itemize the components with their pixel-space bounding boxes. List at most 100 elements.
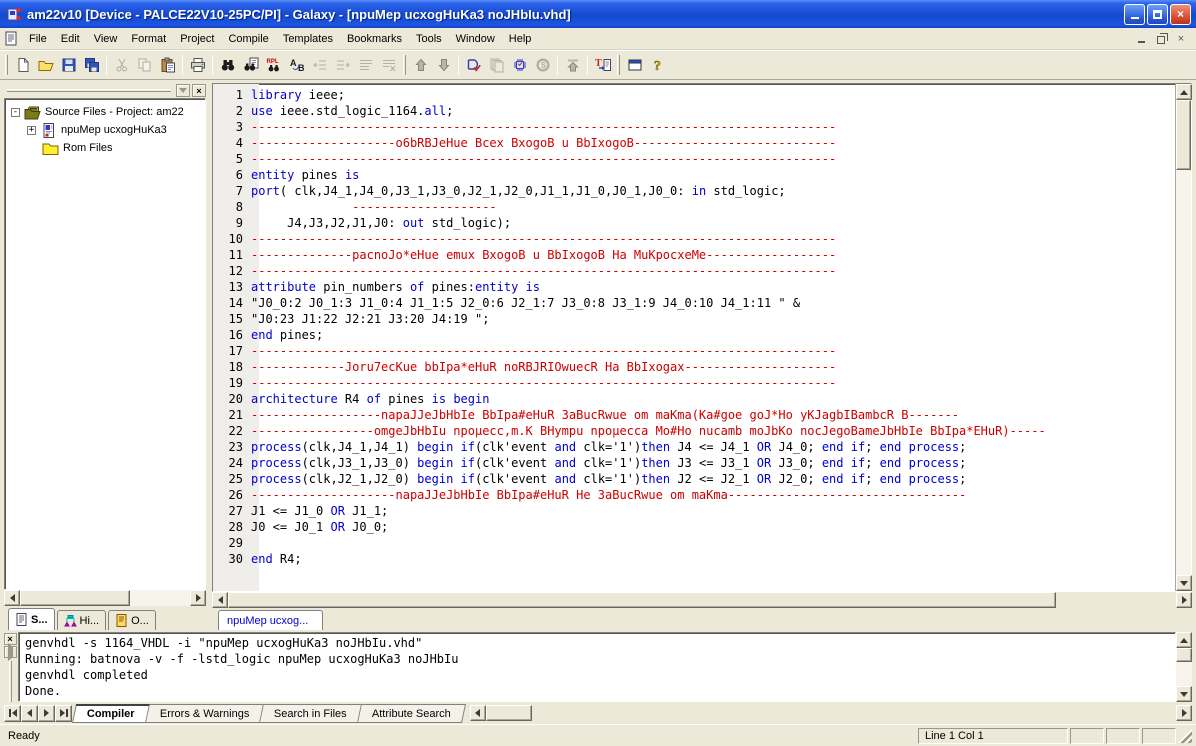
- shift-right-button[interactable]: [331, 54, 354, 77]
- scroll-down-button[interactable]: [1176, 575, 1192, 591]
- project-tree[interactable]: -Source Files - Project: am22+npuMep ucx…: [4, 98, 206, 590]
- output-expand-button[interactable]: [4, 646, 17, 658]
- editor-hscrollbar[interactable]: [212, 592, 1192, 608]
- scroll-thumb[interactable]: [1176, 648, 1192, 662]
- code-line[interactable]: 16end pines;: [213, 327, 1175, 343]
- panel-close-button[interactable]: ×: [192, 84, 206, 97]
- scroll-up-button[interactable]: [1176, 84, 1192, 100]
- mdi-document-icon[interactable]: [4, 31, 18, 46]
- compile-button[interactable]: [462, 54, 485, 77]
- code-line[interactable]: 11--------------pacnoJo*eHue emux BxogoB…: [213, 247, 1175, 263]
- print-button[interactable]: [186, 54, 209, 77]
- last-tab-button[interactable]: [55, 705, 72, 722]
- editor-vscrollbar[interactable]: [1175, 84, 1191, 591]
- format-block-button[interactable]: [354, 54, 377, 77]
- output-tab-compiler[interactable]: Compiler: [72, 704, 150, 723]
- code-line[interactable]: 29: [213, 535, 1175, 551]
- toolbar-gripper[interactable]: [5, 55, 8, 75]
- simulate-button[interactable]: S: [531, 54, 554, 77]
- shift-left-button[interactable]: [308, 54, 331, 77]
- tree-item[interactable]: Rom Files: [7, 139, 203, 157]
- tree-item[interactable]: +npuMep ucxogHuKa3: [7, 121, 203, 139]
- scroll-left-button[interactable]: [4, 590, 20, 606]
- code-line[interactable]: 4--------------------o6bRBJeHue Bcex Bxo…: [213, 135, 1175, 151]
- copy-button[interactable]: [133, 54, 156, 77]
- code-line[interactable]: 2use ieee.std_logic_1164.all;: [213, 103, 1175, 119]
- fit-device-button[interactable]: [508, 54, 531, 77]
- menu-view[interactable]: View: [87, 30, 125, 48]
- code-line[interactable]: 8 --------------------: [213, 199, 1175, 215]
- output-tab-errors-warnings[interactable]: Errors & Warnings: [146, 704, 264, 723]
- panel-gripper[interactable]: [7, 89, 171, 92]
- code-line[interactable]: 1library ieee;: [213, 87, 1175, 103]
- menu-format[interactable]: Format: [124, 30, 173, 48]
- panel-menu-button[interactable]: [176, 84, 190, 97]
- code-line[interactable]: 19--------------------------------------…: [213, 375, 1175, 391]
- prev-tab-button[interactable]: [21, 705, 38, 722]
- save-all-button[interactable]: [80, 54, 103, 77]
- code-line[interactable]: 20architecture R4 of pines is begin: [213, 391, 1175, 407]
- scroll-thumb[interactable]: [228, 592, 1056, 608]
- mdi-minimize-button[interactable]: [1133, 32, 1149, 46]
- tabbar-hscrollbar[interactable]: [470, 705, 532, 721]
- code-line[interactable]: 18-------------Joru7ecKue bbIpa*eHuR noR…: [213, 359, 1175, 375]
- code-line[interactable]: 28J0 <= J0_1 OR J0_0;: [213, 519, 1175, 535]
- scroll-down-button[interactable]: [1176, 686, 1192, 702]
- toolbar-gripper[interactable]: [403, 55, 406, 75]
- output-tab-attribute-search[interactable]: Attribute Search: [358, 704, 466, 723]
- insert-template-button[interactable]: T: [591, 54, 614, 77]
- help-button[interactable]: ?: [646, 54, 669, 77]
- menu-bookmarks[interactable]: Bookmarks: [340, 30, 409, 48]
- scroll-thumb[interactable]: [20, 590, 130, 606]
- editor-tab[interactable]: npuMep ucxog...: [218, 610, 323, 630]
- find-in-files-button[interactable]: [239, 54, 262, 77]
- code-line[interactable]: 25process(clk,J2_1,J2_0) begin if(clk'ev…: [213, 471, 1175, 487]
- output-gripper[interactable]: [9, 661, 12, 702]
- replace-text-button[interactable]: AB: [285, 54, 308, 77]
- move-down-button[interactable]: [432, 54, 455, 77]
- output-vscrollbar[interactable]: [1176, 632, 1192, 702]
- code-line[interactable]: 24process(clk,J3_1,J3_0) begin if(clk'ev…: [213, 455, 1175, 471]
- maximize-button[interactable]: [1147, 4, 1168, 25]
- compiler-output[interactable]: genvhdl -s 1164_VHDL -i "npuMep ucxogHuK…: [18, 632, 1176, 702]
- panel-tab-hi[interactable]: Hi...: [57, 610, 107, 630]
- code-line[interactable]: 27J1 <= J1_0 OR J1_1;: [213, 503, 1175, 519]
- minimize-button[interactable]: [1124, 4, 1145, 25]
- code-editor[interactable]: 1library ieee;2use ieee.std_logic_1164.a…: [213, 84, 1175, 591]
- scroll-left-button[interactable]: [470, 705, 486, 721]
- tree-hscrollbar[interactable]: [4, 590, 206, 606]
- replace-button[interactable]: RPL: [262, 54, 285, 77]
- code-line[interactable]: 13attribute pin_numbers of pines:entity …: [213, 279, 1175, 295]
- scroll-up-button[interactable]: [1176, 632, 1192, 648]
- code-line[interactable]: 21------------------napaJJeJbHbIe BbIpa#…: [213, 407, 1175, 423]
- output-tab-search-in-files[interactable]: Search in Files: [260, 704, 362, 723]
- new-window-button[interactable]: [623, 54, 646, 77]
- cut-button[interactable]: [110, 54, 133, 77]
- code-line[interactable]: 3---------------------------------------…: [213, 119, 1175, 135]
- program-device-button[interactable]: [561, 54, 584, 77]
- open-file-button[interactable]: [34, 54, 57, 77]
- code-line[interactable]: 15"J0:23 J1:22 J2:21 J3:20 J4:19 ";: [213, 311, 1175, 327]
- expand-icon[interactable]: +: [27, 126, 36, 135]
- code-line[interactable]: 22-----------------omgeJbHbIu npoµecc,m.…: [213, 423, 1175, 439]
- menu-project[interactable]: Project: [173, 30, 221, 48]
- code-line[interactable]: 23process(clk,J4_1,J4_1) begin if(clk'ev…: [213, 439, 1175, 455]
- toolbar-gripper[interactable]: [617, 55, 620, 75]
- close-button[interactable]: ×: [1170, 4, 1191, 25]
- code-line[interactable]: 9 J4,J3,J2,J1,J0: out std_logic);: [213, 215, 1175, 231]
- menu-templates[interactable]: Templates: [276, 30, 340, 48]
- mdi-close-button[interactable]: ×: [1173, 32, 1189, 46]
- code-line[interactable]: 7port( clk,J4_1,J4_0,J3_1,J3_0,J2_1,J2_0…: [213, 183, 1175, 199]
- resize-grip[interactable]: [1178, 729, 1192, 743]
- code-line[interactable]: 17--------------------------------------…: [213, 343, 1175, 359]
- code-line[interactable]: 12--------------------------------------…: [213, 263, 1175, 279]
- tree-item[interactable]: -Source Files - Project: am22: [7, 103, 203, 121]
- first-tab-button[interactable]: [4, 705, 21, 722]
- menu-compile[interactable]: Compile: [221, 30, 275, 48]
- code-line[interactable]: 10--------------------------------------…: [213, 231, 1175, 247]
- save-button[interactable]: [57, 54, 80, 77]
- panel-tab-o[interactable]: O...: [108, 610, 156, 630]
- code-line[interactable]: 5---------------------------------------…: [213, 151, 1175, 167]
- move-up-button[interactable]: [409, 54, 432, 77]
- mdi-restore-button[interactable]: [1153, 32, 1169, 46]
